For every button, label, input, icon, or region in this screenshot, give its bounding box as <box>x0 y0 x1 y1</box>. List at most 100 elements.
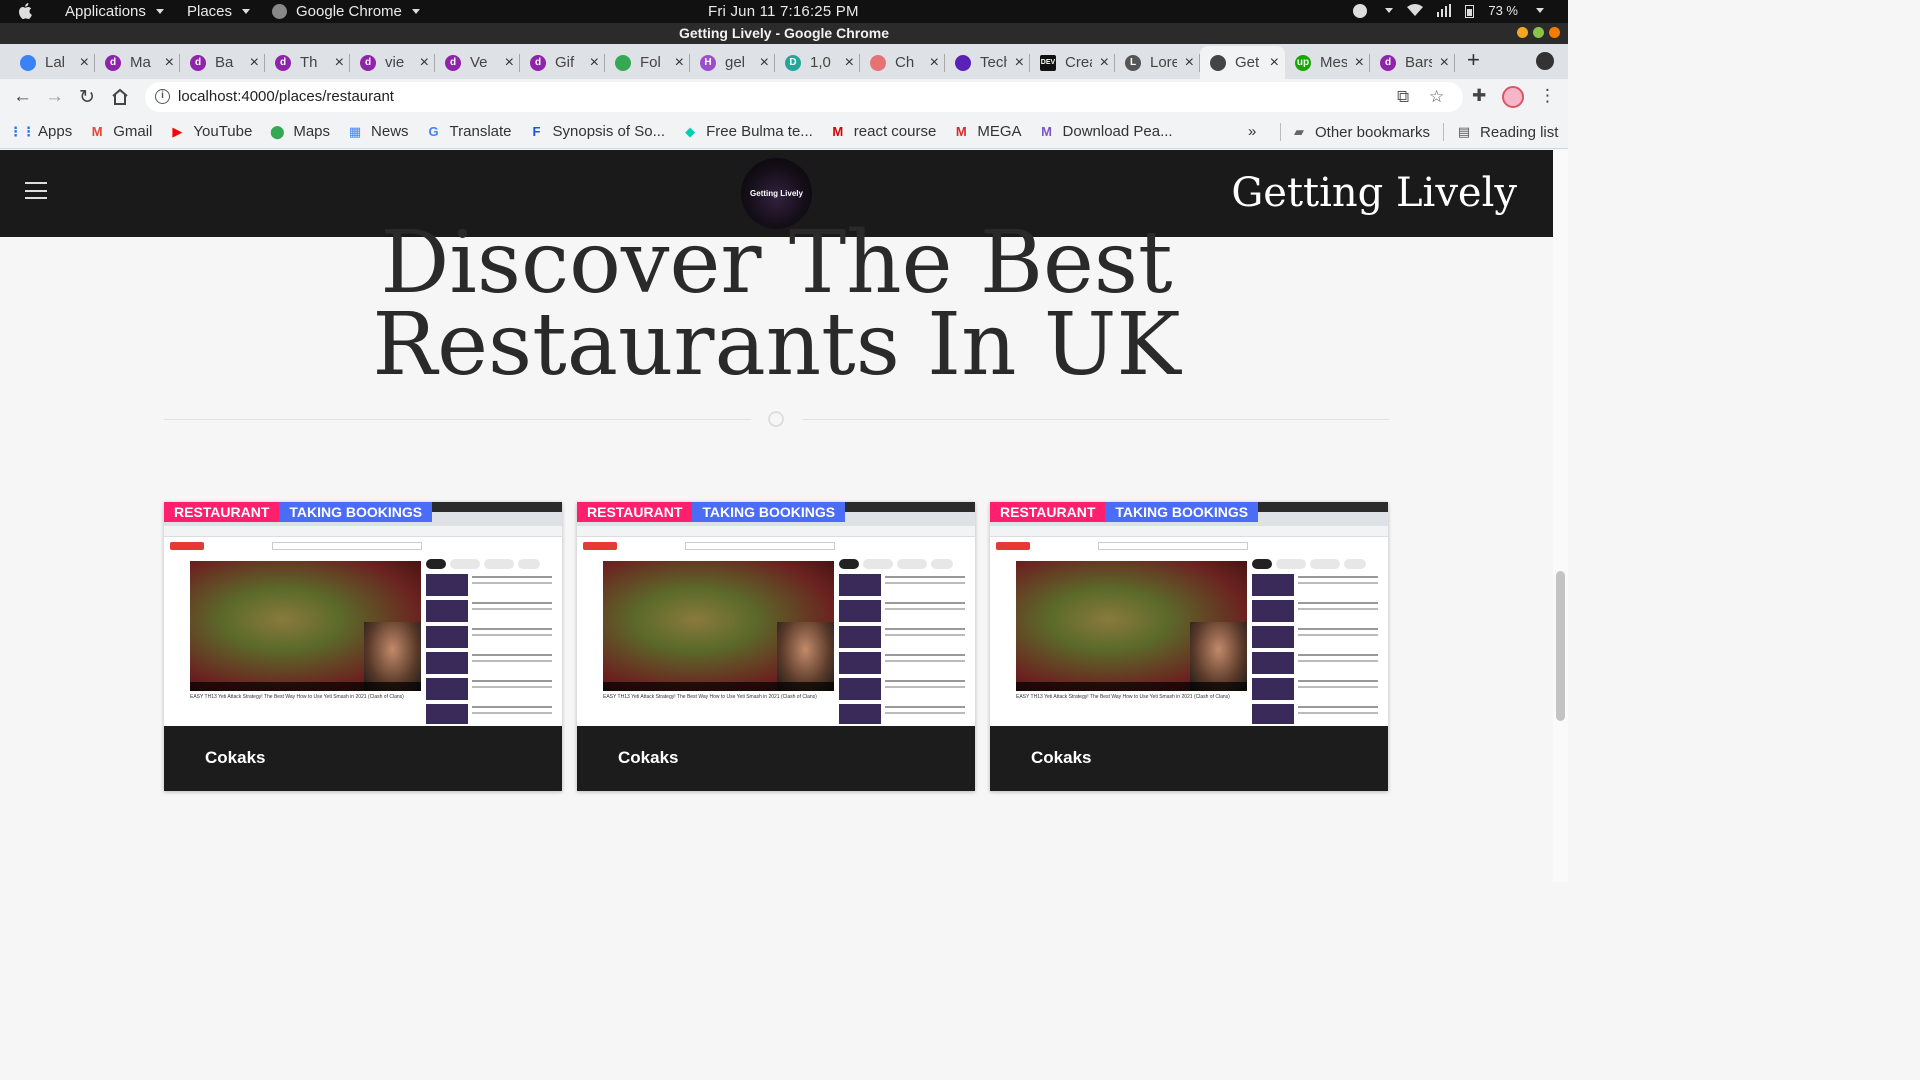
battery-icon[interactable] <box>1465 4 1475 18</box>
bookmark-item[interactable]: ⬤ Maps <box>269 123 330 140</box>
tab-close-icon[interactable]: × <box>80 54 89 72</box>
browser-tab[interactable]: up Messa × <box>1285 46 1370 79</box>
tab-close-icon[interactable]: × <box>1185 54 1194 72</box>
places-menu[interactable]: Places <box>187 3 251 20</box>
restaurant-tag[interactable]: RESTAURANT <box>164 502 280 522</box>
browser-tab[interactable]: D 1,0 × <box>775 46 860 79</box>
browser-tab[interactable]: d vie × <box>350 46 435 79</box>
tab-close-icon[interactable]: × <box>930 54 939 72</box>
extensions-icon[interactable]: ✚ <box>1472 86 1486 106</box>
chrome-menu-icon[interactable]: ⋮ <box>1539 86 1556 106</box>
browser-tab[interactable]: L Lorem × <box>1115 46 1200 79</box>
browser-tab[interactable]: d Th × <box>265 46 350 79</box>
wifi-icon[interactable] <box>1407 4 1424 17</box>
tab-close-icon[interactable]: × <box>1270 54 1279 72</box>
browser-tab[interactable]: Ch × <box>860 46 945 79</box>
bookmark-item[interactable]: ▶ YouTube <box>169 123 252 140</box>
card-title[interactable]: Cokaks <box>1031 748 1091 768</box>
hamburger-menu-icon[interactable] <box>25 182 47 199</box>
card-title[interactable]: Cokaks <box>205 748 265 768</box>
reading-list-button[interactable]: ▤ Reading list <box>1456 124 1559 141</box>
applications-menu[interactable]: Applications <box>65 3 164 20</box>
browser-tab[interactable]: Techn × <box>945 46 1030 79</box>
tab-close-icon[interactable]: × <box>1100 54 1109 72</box>
restaurant-tag[interactable]: RESTAURANT <box>577 502 693 522</box>
bookmark-item[interactable]: F Synopsis of So... <box>529 123 666 140</box>
volume-icon[interactable] <box>1437 4 1452 17</box>
bookmark-item[interactable]: G Translate <box>426 123 511 140</box>
os-clock[interactable]: Fri Jun 11 7:16:25 PM <box>708 3 859 20</box>
browser-tab[interactable]: Hgel × <box>690 46 775 79</box>
chrome-app-menu[interactable]: Google Chrome <box>272 3 420 20</box>
tab-close-icon[interactable]: × <box>335 54 344 72</box>
browser-tab[interactable]: Get × <box>1200 46 1285 79</box>
bookmark-icon: ▦ <box>348 123 362 139</box>
profile-avatar[interactable] <box>1502 86 1524 108</box>
bookmark-item[interactable]: ⋮⋮ Apps <box>9 123 72 140</box>
tab-close-icon[interactable]: × <box>760 54 769 72</box>
apple-icon[interactable] <box>18 2 34 20</box>
restaurant-card[interactable]: EASY TH13 Yeti Attack Strategy! The Best… <box>990 502 1388 791</box>
tab-search-icon[interactable] <box>1536 52 1554 70</box>
scrollbar-thumb[interactable] <box>1556 571 1565 721</box>
tab-title: Ve <box>470 54 488 71</box>
open-in-window-icon[interactable]: ⧉ <box>1397 87 1409 107</box>
address-bar[interactable]: i localhost:4000/places/restaurant ⧉ ☆ <box>145 82 1463 112</box>
browser-tab[interactable]: d Gif × <box>520 46 605 79</box>
tab-close-icon[interactable]: × <box>420 54 429 72</box>
tab-close-icon[interactable]: × <box>675 54 684 72</box>
home-icon[interactable] <box>111 88 129 105</box>
new-tab-button[interactable]: + <box>1467 47 1480 73</box>
browser-tab[interactable]: DEV Creati × <box>1030 46 1115 79</box>
bookmark-item[interactable]: M Gmail <box>89 123 153 140</box>
card-thumbnail[interactable]: EASY TH13 Yeti Attack Strategy! The Best… <box>990 502 1388 726</box>
page-scrollbar[interactable] <box>1553 150 1568 882</box>
taking-bookings-tag[interactable]: TAKING BOOKINGS <box>279 502 433 522</box>
reload-icon[interactable]: ↻ <box>79 86 95 109</box>
tab-close-icon[interactable]: × <box>505 54 514 72</box>
other-bookmarks-folder[interactable]: ▰ Other bookmarks <box>1291 124 1430 141</box>
system-tray[interactable]: 73 % <box>1353 3 1544 18</box>
more-bookmarks-button[interactable]: » <box>1248 123 1256 140</box>
bookmark-icon: ⬤ <box>270 123 285 139</box>
bookmark-item[interactable]: ◆ Free Bulma te... <box>682 123 813 140</box>
browser-tab[interactable]: d Bars | × <box>1370 46 1455 79</box>
tab-close-icon[interactable]: × <box>1355 54 1364 72</box>
card-title[interactable]: Cokaks <box>618 748 678 768</box>
browser-tab[interactable]: d Ve × <box>435 46 520 79</box>
bookmark-item[interactable]: Mreact course <box>830 123 936 140</box>
tab-favicon-icon: d <box>105 54 121 71</box>
restaurant-card[interactable]: EASY TH13 Yeti Attack Strategy! The Best… <box>577 502 975 791</box>
browser-tab[interactable]: Fol × <box>605 46 690 79</box>
browser-tab[interactable]: d Ma × <box>95 46 180 79</box>
minimize-button[interactable] <box>1517 27 1528 38</box>
card-thumbnail[interactable]: EASY TH13 Yeti Attack Strategy! The Best… <box>164 502 562 726</box>
restaurant-card[interactable]: EASY TH13 Yeti Attack Strategy! The Best… <box>164 502 562 791</box>
tab-close-icon[interactable]: × <box>250 54 259 72</box>
bookmark-item[interactable]: M MEGA <box>953 123 1022 140</box>
browser-tab[interactable]: Lal × <box>10 46 95 79</box>
tab-favicon-icon <box>615 54 631 71</box>
taking-bookings-tag[interactable]: TAKING BOOKINGS <box>1105 502 1259 522</box>
back-icon[interactable]: ← <box>13 86 32 108</box>
url-text[interactable]: localhost:4000/places/restaurant <box>178 88 394 105</box>
tab-close-icon[interactable]: × <box>165 54 174 72</box>
bookmark-item[interactable]: ▦ News <box>347 123 409 140</box>
bookmark-label: Maps <box>293 123 331 140</box>
tab-close-icon[interactable]: × <box>1440 54 1449 72</box>
bookmark-item[interactable]: M Download Pea... <box>1039 123 1173 140</box>
browser-tab[interactable]: d Ba × <box>180 46 265 79</box>
site-info-icon[interactable]: i <box>155 89 170 104</box>
bookmark-star-icon[interactable]: ☆ <box>1429 87 1444 107</box>
card-thumbnail[interactable]: EASY TH13 Yeti Attack Strategy! The Best… <box>577 502 975 726</box>
taking-bookings-tag[interactable]: TAKING BOOKINGS <box>692 502 846 522</box>
maximize-button[interactable] <box>1533 27 1544 38</box>
tab-close-icon[interactable]: × <box>1015 54 1024 72</box>
restaurant-tag[interactable]: RESTAURANT <box>990 502 1106 522</box>
site-brand[interactable]: Getting Lively <box>1231 170 1517 216</box>
close-window-button[interactable] <box>1549 27 1560 38</box>
forward-icon[interactable]: → <box>45 86 64 108</box>
accessibility-icon[interactable] <box>1353 3 1368 18</box>
tab-close-icon[interactable]: × <box>590 54 599 72</box>
tab-close-icon[interactable]: × <box>845 54 854 72</box>
